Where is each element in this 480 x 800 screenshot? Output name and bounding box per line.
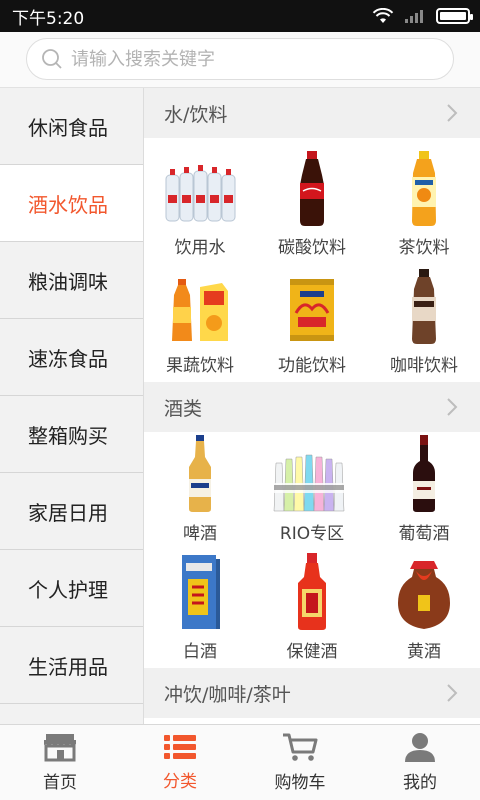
nav-profile[interactable]: 我的	[360, 725, 480, 800]
cola-bottle-icon	[300, 151, 324, 226]
status-time: 下午5:20	[12, 8, 85, 29]
category-juice[interactable]: 果蔬饮料	[144, 264, 256, 382]
signal-icon	[405, 10, 423, 23]
wine-bottle-icon	[413, 435, 435, 512]
nav-category[interactable]: 分类	[120, 725, 240, 800]
chevron-right-icon	[447, 398, 458, 416]
nav-cart[interactable]: 购物车	[240, 725, 360, 800]
category-beer[interactable]: 啤酒	[144, 432, 256, 550]
product-grid-drinks: 饮用水 碳酸饮料 茶饮料 果蔬饮料 功能饮料 咖啡饮料	[144, 138, 480, 382]
water-bottles-icon	[165, 165, 236, 222]
chevron-right-icon	[447, 684, 458, 702]
battery-icon	[436, 8, 473, 24]
category-wine[interactable]: 葡萄酒	[368, 432, 480, 550]
sidebar-item-daily-goods[interactable]: 生活用品	[0, 627, 143, 704]
category-content: 水/饮料 饮用水 碳酸饮料 茶饮料 果蔬饮料 功能饮料 咖啡饮料 酒类 啤酒 R…	[144, 88, 480, 724]
sidebar-item-personal-care[interactable]: 个人护理	[0, 550, 143, 627]
tea-bottle-icon	[412, 151, 436, 226]
product-grid-liquor: 啤酒 RIO专区 葡萄酒 白酒 保健酒 黄酒	[144, 432, 480, 668]
rio-bottles-icon	[273, 454, 345, 512]
section-header-drinks[interactable]: 水/饮料	[144, 88, 480, 138]
section-title: 酒类	[164, 397, 203, 420]
cart-icon	[283, 733, 318, 761]
category-soda[interactable]: 碳酸饮料	[256, 138, 368, 264]
coffee-bottle-icon	[412, 269, 436, 344]
list-icon	[164, 735, 196, 759]
store-icon	[44, 734, 76, 762]
beer-bottle-icon	[189, 435, 211, 512]
category-sidebar: 休闲食品 酒水饮品 粮油调味 速冻食品 整箱购买 家居日用 个人护理 生活用品	[0, 88, 144, 724]
search-input[interactable]	[71, 48, 431, 70]
category-health-wine[interactable]: 保健酒	[256, 550, 368, 668]
yellow-wine-jar-icon	[398, 561, 450, 629]
sidebar-item-snacks[interactable]: 休闲食品	[0, 88, 143, 165]
section-title: 水/饮料	[164, 103, 228, 126]
sidebar-item-drinks[interactable]: 酒水饮品	[0, 165, 143, 242]
sidebar-item-grain-oil[interactable]: 粮油调味	[0, 242, 143, 319]
nav-home[interactable]: 首页	[0, 725, 120, 800]
search-bar	[0, 32, 480, 88]
sidebar-item-frozen[interactable]: 速冻食品	[0, 319, 143, 396]
sidebar-item-bulk[interactable]: 整箱购买	[0, 396, 143, 473]
wifi-icon	[372, 8, 394, 23]
chevron-right-icon	[447, 104, 458, 122]
baijiu-box-icon	[182, 555, 220, 629]
category-coffee-drinks[interactable]: 咖啡饮料	[368, 264, 480, 382]
health-wine-icon	[298, 553, 326, 630]
status-bar: 下午5:20	[0, 0, 480, 32]
section-header-brews[interactable]: 冲饮/咖啡/茶叶	[144, 668, 480, 718]
section-header-liquor[interactable]: 酒类	[144, 382, 480, 432]
user-icon	[405, 733, 435, 762]
bottom-nav: 首页 分类 购物车 我的	[0, 724, 480, 800]
category-energy[interactable]: 功能饮料	[256, 264, 368, 382]
category-water[interactable]: 饮用水	[144, 138, 256, 264]
energy-can-icon	[290, 279, 334, 341]
sidebar-item-household[interactable]: 家居日用	[0, 473, 143, 550]
juice-icon	[172, 279, 228, 341]
category-baijiu[interactable]: 白酒	[144, 550, 256, 668]
search-icon	[42, 49, 62, 69]
section-title: 冲饮/咖啡/茶叶	[164, 683, 291, 706]
category-rio[interactable]: RIO专区	[256, 432, 368, 550]
category-yellow-wine[interactable]: 黄酒	[368, 550, 480, 668]
category-tea[interactable]: 茶饮料	[368, 138, 480, 264]
search-box[interactable]	[26, 38, 454, 80]
